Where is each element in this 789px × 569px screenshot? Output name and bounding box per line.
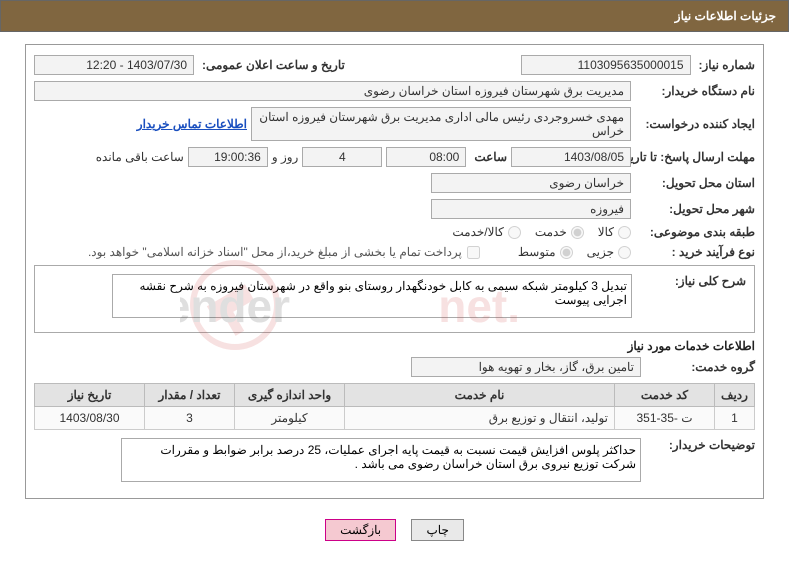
purchase-type-options: جزیی متوسط — [518, 245, 631, 259]
response-deadline-label: مهلت ارسال پاسخ: تا تاریخ: — [635, 150, 755, 164]
purchase-type-label: نوع فرآیند خرید : — [635, 245, 755, 259]
partial-pay-checkbox — [467, 246, 480, 259]
service-info-title: اطلاعات خدمات مورد نیاز — [34, 339, 755, 353]
city-label: شهر محل تحویل: — [635, 202, 755, 216]
details-panel: شماره نیاز: 1103095635000015 تاریخ و ساع… — [25, 44, 764, 499]
table-row: 1 ت -35-351 تولید، انتقال و توزیع برق کی… — [35, 407, 755, 430]
back-button[interactable]: بازگشت — [325, 519, 396, 541]
overall-description-text — [112, 274, 632, 318]
province-label: استان محل تحویل: — [635, 176, 755, 190]
partial-pay-note: پرداخت تمام یا بخشی از مبلغ خرید،از محل … — [88, 245, 462, 259]
province-value: خراسان رضوی — [431, 173, 631, 193]
city-value: فیروزه — [431, 199, 631, 219]
resp-hour-value: 08:00 — [386, 147, 466, 167]
radio-kala — [618, 226, 631, 239]
col-code: کد خدمت — [615, 384, 715, 407]
remain-time-value: 19:00:36 — [188, 147, 268, 167]
radio-kala-service — [508, 226, 521, 239]
radio-mid — [560, 246, 573, 259]
subject-class-options: کالا خدمت کالا/خدمت — [452, 225, 631, 239]
subject-class-label: طبقه بندی موضوعی: — [635, 225, 755, 239]
col-qty: تعداد / مقدار — [145, 384, 235, 407]
radio-jozi — [618, 246, 631, 259]
radio-service — [571, 226, 584, 239]
requester-label: ایجاد کننده درخواست: — [635, 117, 755, 131]
buyer-org-value: مدیریت برق شهرستان فیروزه استان خراسان ر… — [34, 81, 631, 101]
col-unit: واحد اندازه گیری — [235, 384, 345, 407]
print-button[interactable]: چاپ — [411, 519, 463, 541]
announce-value: 1403/07/30 - 12:20 — [34, 55, 194, 75]
buyer-contact-link[interactable]: اطلاعات تماس خریدار — [137, 117, 247, 131]
days-label: روز و — [272, 150, 299, 164]
group-value: تامین برق، گاز، بخار و تهویه هوا — [411, 357, 641, 377]
col-name: نام خدمت — [345, 384, 615, 407]
buyer-notes-label: توضیحات خریدار: — [645, 438, 755, 452]
need-no-value: 1103095635000015 — [521, 55, 691, 75]
announce-label: تاریخ و ساعت اعلان عمومی: — [198, 58, 345, 72]
col-row: ردیف — [715, 384, 755, 407]
overall-label: شرح کلی نیاز: — [636, 274, 746, 288]
group-label: گروه خدمت: — [645, 360, 755, 374]
hour-label: ساعت — [470, 150, 507, 164]
services-table: ردیف کد خدمت نام خدمت واحد اندازه گیری ت… — [34, 383, 755, 430]
remain-label: ساعت باقی مانده — [96, 150, 184, 164]
requester-value: مهدی خسروجردی رئیس مالی اداری مدیریت برق… — [251, 107, 631, 141]
need-no-label: شماره نیاز: — [695, 58, 755, 72]
days-value: 4 — [302, 147, 382, 167]
overall-description-fieldset: شرح کلی نیاز: — [34, 265, 755, 333]
footer-actions: چاپ بازگشت — [25, 511, 764, 549]
resp-date-value: 1403/08/05 — [511, 147, 631, 167]
page-title: جزئیات اطلاعات نیاز — [0, 0, 789, 32]
col-date: تاریخ نیاز — [35, 384, 145, 407]
buyer-org-label: نام دستگاه خریدار: — [635, 84, 755, 98]
buyer-notes-text — [121, 438, 641, 482]
